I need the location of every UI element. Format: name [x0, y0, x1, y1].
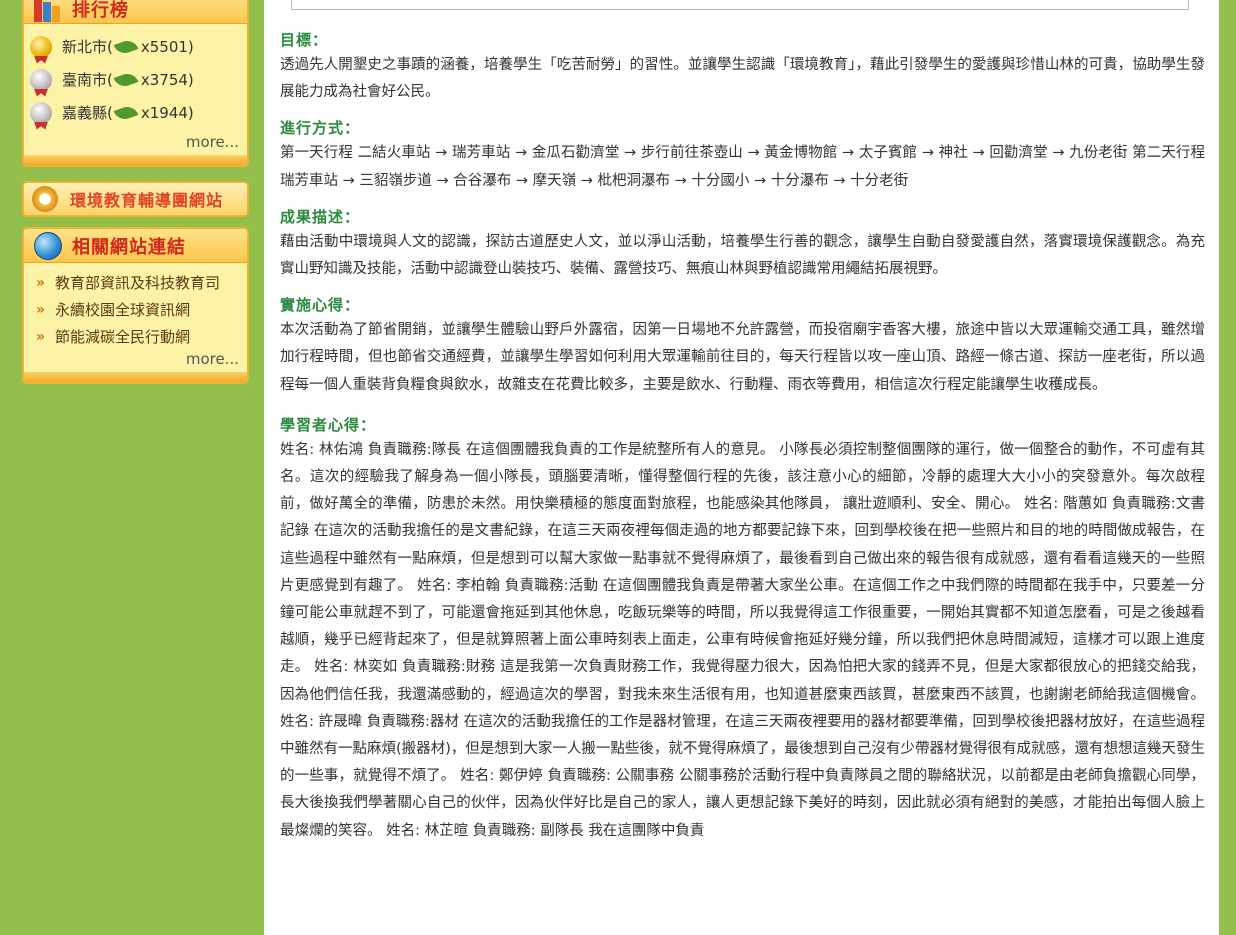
ranking-item-paren: ( [107, 103, 113, 122]
section-body-goal: 透過先人開墾史之事蹟的涵養，培養學生「吃苦耐勞」的習性。並讓學生認識「環境教育」… [280, 57, 1205, 101]
panel-footer [24, 372, 247, 382]
related-link-item[interactable]: » 節能減碳全民行動網 [24, 323, 247, 350]
related-link-item[interactable]: » 教育部資訊及科技教育司 [24, 269, 247, 296]
leaf-icon [113, 70, 139, 89]
related-link-label: 教育部資訊及科技教育司 [55, 274, 221, 292]
double-chevron-icon: » [36, 274, 46, 291]
ranking-title: 排行榜 [72, 0, 129, 21]
double-chevron-icon: » [36, 301, 46, 318]
section-title-reflection: 實施心得： [280, 296, 361, 315]
section-body-procedure: 第一天行程 二結火車站 → 瑞芳車站 → 金瓜石勸濟堂 → 步行前往茶壺山 → … [280, 145, 1205, 189]
section-title-procedure: 進行方式： [280, 119, 361, 138]
ranking-item-name: 嘉義縣 [62, 104, 108, 122]
related-links-panel: 相關網站連結 » 教育部資訊及科技教育司 » 永續校園全球資訊網 » 節能減碳全… [22, 227, 249, 384]
related-link-label: 節能減碳全民行動網 [55, 328, 191, 346]
silver-medal-icon [30, 68, 52, 91]
bronze-medal-icon [30, 101, 52, 124]
double-chevron-icon: » [36, 328, 46, 345]
panel-footer [24, 155, 247, 165]
section-title-goal: 目標： [280, 31, 329, 49]
article: 目標： 透過先人開墾史之事蹟的涵養，培養學生「吃苦耐勞」的習性。並讓學生認識「環… [280, 28, 1205, 855]
section-body-results: 藉由活動中環境與人文的認識，探訪古道歷史人文，並以淨山活動，培養學生行善的觀念，… [280, 233, 1205, 278]
related-links-list: » 教育部資訊及科技教育司 » 永續校園全球資訊網 » 節能減碳全民行動網 [24, 263, 247, 350]
main-content: 目標： 透過先人開墾史之事蹟的涵養，培養學生「吃苦耐勞」的習性。並讓學生認識「環… [264, 0, 1219, 935]
related-links-title: 相關網站連結 [72, 236, 186, 258]
ranking-item-paren: ( [107, 37, 113, 56]
ranking-item-name: 新北市 [62, 38, 108, 56]
ranking-item-count: x5501) [140, 37, 194, 56]
ranking-list: 新北市 ( x5501) 臺南市 ( x3754) 嘉義縣 ( x1944) [24, 24, 247, 129]
related-links-header: 相關網站連結 [24, 229, 247, 263]
ranking-item[interactable]: 新北市 ( x5501) [24, 30, 247, 63]
related-links-more-link[interactable]: more... [24, 350, 247, 372]
related-link-label: 永續校園全球資訊網 [55, 301, 191, 319]
environmental-education-banner[interactable]: 環境教育輔導團網站 [22, 181, 249, 217]
section-body-learner-feedback: 姓名: 林佑鴻 負責職務:隊長 在這個團體我負責的工作是統整所有人的意見。 小隊… [280, 441, 1205, 839]
books-icon [34, 0, 62, 22]
ranking-item-count: x3754) [140, 70, 194, 89]
gold-medal-icon [30, 35, 52, 58]
section-title-results: 成果描述： [280, 207, 361, 226]
ranking-item-count: x1944) [140, 103, 194, 122]
sidebar: 排行榜 新北市 ( x5501) 臺南市 ( x3754) 嘉義縣 (x194… [22, 0, 249, 398]
globe-icon [34, 231, 62, 260]
ranking-item[interactable]: 臺南市 ( x3754) [24, 63, 247, 96]
ranking-item-paren: ( [107, 70, 113, 89]
compass-icon [32, 186, 58, 212]
ranking-panel: 排行榜 新北市 ( x5501) 臺南市 ( x3754) 嘉義縣 (x194… [22, 0, 249, 167]
section-title-learner-feedback: 學習者心得： [280, 415, 377, 434]
section-body-reflection: 本次活動為了節省開銷，並讓學生體驗山野戶外露宿，因第一日場地不允許露營，而投宿廟… [280, 322, 1205, 393]
leaf-icon [113, 103, 139, 122]
ranking-item[interactable]: 嘉義縣 ( x1944) [24, 96, 247, 129]
top-frame-box [291, 0, 1189, 10]
ranking-item-name: 臺南市 [62, 71, 108, 89]
banner-title: 環境教育輔導團網站 [70, 191, 224, 210]
ranking-more-link[interactable]: more... [24, 129, 247, 155]
ranking-panel-header: 排行榜 [24, 0, 247, 24]
related-link-item[interactable]: » 永續校園全球資訊網 [24, 296, 247, 323]
leaf-icon [113, 37, 139, 56]
